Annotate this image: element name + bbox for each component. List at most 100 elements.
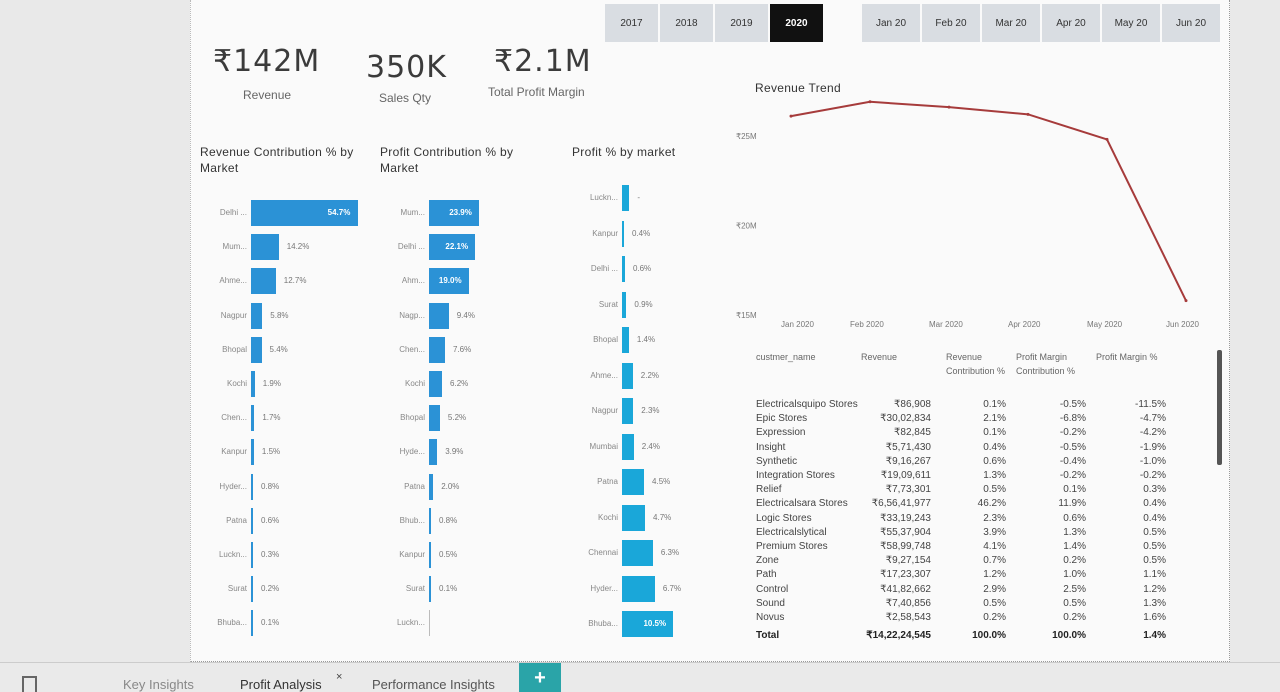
revenue-point[interactable] — [868, 100, 872, 104]
table-row[interactable]: Epic Stores ₹30,02,834 2.1% -6.8% -4.7% — [756, 413, 1176, 427]
bar-row[interactable]: Luckn... 0.3% — [200, 538, 400, 568]
bar-row[interactable]: Chen... 1.7% — [200, 401, 400, 432]
month-slicer-jan-20[interactable]: Jan 20 — [862, 4, 920, 42]
bar-row[interactable]: Kochi 6.2% — [379, 367, 579, 397]
table-row[interactable]: Premium Stores ₹58,99,748 4.1% 1.4% 0.5% — [756, 541, 1176, 555]
table-row[interactable]: Electricalsquipo Stores ₹86,908 0.1% -0.5% -… — [756, 399, 1176, 413]
table-row[interactable]: Integration Stores ₹19,09,611 1.3% -0.2% -0.… — [756, 470, 1176, 484]
bar[interactable] — [622, 540, 653, 566]
bar[interactable] — [429, 439, 438, 466]
bar[interactable] — [429, 576, 431, 603]
customer-table[interactable]: custmer_name Revenue Revenue Contribution … — [756, 345, 1216, 641]
year-slicer-2017[interactable]: 2017 — [605, 4, 658, 42]
bar-row[interactable]: Ahm... 19.0% — [379, 264, 579, 295]
bar[interactable] — [622, 185, 630, 211]
revenue-point[interactable] — [1184, 299, 1188, 303]
bar[interactable] — [622, 327, 629, 353]
column-header[interactable]: custmer_name — [756, 350, 846, 364]
bar[interactable] — [622, 220, 624, 247]
tab-key-insights[interactable]: Key Insights — [123, 677, 194, 692]
tab-performance-insights[interactable]: Performance Insights — [372, 677, 495, 692]
revenue-point[interactable] — [789, 114, 793, 118]
table-row[interactable]: Relief ₹7,73,301 0.5% 0.1% 0.3% — [756, 484, 1176, 498]
bar-row[interactable]: Ahme... 2.2% — [561, 359, 761, 389]
tab-profit-analysis[interactable]: Profit Analysis — [240, 677, 322, 692]
month-slicer-apr-20[interactable]: Apr 20 — [1042, 4, 1100, 42]
year-slicer-2020[interactable]: 2020 — [770, 4, 823, 42]
revenue-point[interactable] — [1026, 112, 1030, 116]
bar[interactable] — [429, 405, 440, 432]
table-row[interactable]: Sound ₹7,40,856 0.5% 0.5% 1.3% — [756, 598, 1176, 612]
month-slicer-may-20[interactable]: May 20 — [1102, 4, 1160, 42]
bar[interactable] — [622, 469, 645, 495]
bar[interactable] — [251, 268, 276, 295]
bar-row[interactable]: Nagpur 2.3% — [561, 394, 761, 424]
table-row[interactable]: Control ₹41,82,662 2.9% 2.5% 1.2% — [756, 584, 1176, 598]
bar-row[interactable]: Nagp... 9.4% — [379, 299, 579, 329]
bar-row[interactable]: Nagpur 5.8% — [200, 299, 400, 329]
bar[interactable] — [622, 398, 634, 424]
month-slicer-feb-20[interactable]: Feb 20 — [922, 4, 980, 42]
bar-row[interactable]: Ahme... 12.7% — [200, 264, 400, 295]
column-header[interactable]: Revenue — [861, 350, 931, 364]
bar[interactable] — [251, 473, 253, 500]
bar[interactable] — [622, 256, 625, 282]
bar-row[interactable]: Kochi 1.9% — [200, 367, 400, 397]
bar[interactable] — [429, 336, 445, 363]
bar[interactable] — [622, 504, 646, 531]
table-row[interactable]: Electricalslytical ₹55,37,904 3.9% 1.3% 0.5% — [756, 527, 1176, 541]
bar[interactable] — [622, 575, 655, 602]
bar-row[interactable]: Surat 0.2% — [200, 572, 400, 603]
table-row[interactable]: Synthetic ₹9,16,267 0.6% -0.4% -1.0% — [756, 456, 1176, 470]
bar-row[interactable]: Hyder... 0.8% — [200, 470, 400, 500]
bar-row[interactable]: Mumbai 2.4% — [561, 430, 761, 460]
bar-row[interactable]: Hyder... 6.7% — [561, 572, 761, 602]
bar-row[interactable]: Patna 2.0% — [379, 470, 579, 500]
month-slicer-mar-20[interactable]: Mar 20 — [982, 4, 1040, 42]
table-row[interactable]: Logic Stores ₹33,19,243 2.3% 0.6% 0.4% — [756, 513, 1176, 527]
bar-row[interactable]: Surat 0.1% — [379, 572, 579, 603]
bar[interactable] — [251, 336, 262, 363]
bar-row[interactable]: Bhopal 5.4% — [200, 333, 400, 363]
bar-row[interactable]: Delhi ... 22.1% — [379, 230, 579, 261]
bar[interactable] — [251, 405, 255, 432]
bar[interactable] — [429, 302, 449, 329]
bar[interactable] — [429, 610, 430, 637]
bar-row[interactable]: Kanpur 1.5% — [200, 435, 400, 466]
bar[interactable] — [429, 371, 443, 397]
bar-row[interactable]: Delhi ... 54.7% — [200, 196, 400, 226]
revenue-point[interactable] — [1105, 137, 1109, 141]
bar-row[interactable]: Luckn... — [379, 606, 579, 637]
table-row[interactable]: Path ₹17,23,307 1.2% 1.0% 1.1% — [756, 569, 1176, 583]
bar-row[interactable]: Kochi 4.7% — [561, 501, 761, 531]
table-row[interactable]: Novus ₹2,58,543 0.2% 0.2% 1.6% — [756, 612, 1176, 626]
table-scrollbar[interactable] — [1217, 350, 1222, 465]
column-header[interactable]: Profit Margin Contribution % — [1016, 350, 1086, 378]
bar-row[interactable]: Bhuba... 0.1% — [200, 606, 400, 637]
bar-row[interactable]: Bhub... 0.8% — [379, 504, 579, 534]
bar[interactable] — [251, 371, 255, 397]
bar-row[interactable]: Mum... 23.9% — [379, 196, 579, 226]
table-row[interactable]: Zone ₹9,27,154 0.7% 0.2% 0.5% — [756, 555, 1176, 569]
revenue-point[interactable] — [947, 105, 951, 109]
bar[interactable] — [251, 234, 279, 261]
year-slicer-2019[interactable]: 2019 — [715, 4, 768, 42]
bar[interactable] — [251, 302, 263, 329]
table-row[interactable]: Electricalsara Stores ₹6,56,41,977 46.2% 11… — [756, 498, 1176, 512]
revenue-trend-chart[interactable]: ₹25M ₹20M ₹15M Jan 2020 Feb 2020 Mar 2020 Apr … — [731, 100, 1211, 340]
month-slicer-jun-20[interactable]: Jun 20 — [1162, 4, 1220, 42]
bar-row[interactable]: Patna 4.5% — [561, 465, 761, 495]
bar[interactable] — [429, 507, 431, 534]
bar-row[interactable]: Bhuba... 10.5% — [561, 607, 761, 637]
bar-row[interactable]: Kanpur 0.5% — [379, 538, 579, 568]
bar[interactable] — [622, 291, 627, 318]
year-slicer-2018[interactable]: 2018 — [660, 4, 713, 42]
bar-row[interactable]: Bhopal 5.2% — [379, 401, 579, 432]
bar[interactable] — [251, 507, 253, 534]
bar[interactable] — [429, 473, 434, 500]
close-tab-icon[interactable]: × — [336, 671, 342, 683]
bar[interactable] — [251, 439, 254, 466]
table-row[interactable]: Expression ₹82,845 0.1% -0.2% -4.2% — [756, 427, 1176, 441]
bar-row[interactable]: Patna 0.6% — [200, 504, 400, 534]
bar-row[interactable]: Hyde... 3.9% — [379, 435, 579, 466]
